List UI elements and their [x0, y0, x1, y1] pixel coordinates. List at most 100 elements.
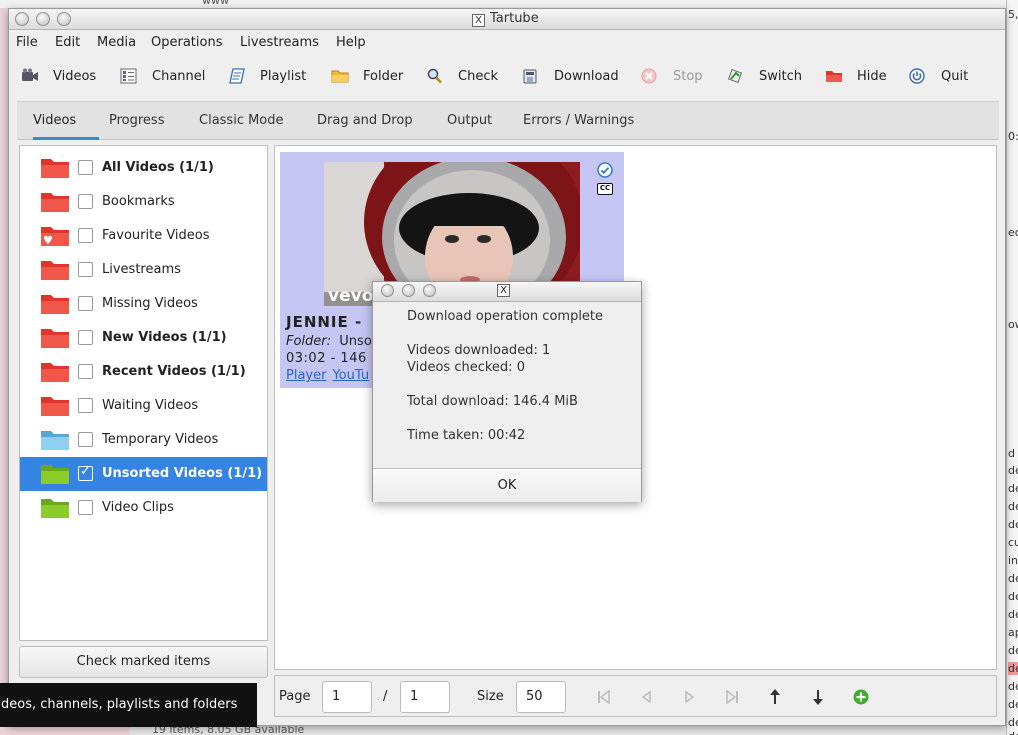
background-text-fragment: d — [1008, 447, 1015, 460]
background-text-fragment: de — [1008, 716, 1018, 729]
folder-row[interactable]: Missing Videos — [20, 287, 267, 321]
video-links: Player YouTu — [286, 368, 375, 383]
page-size-input[interactable]: 50 — [516, 681, 566, 713]
folder-checkbox[interactable] — [78, 398, 93, 413]
page-number-input[interactable]: 1 — [322, 681, 372, 713]
title-bar[interactable]: X Tartube — [9, 9, 1005, 30]
dialog-minimize-button[interactable] — [402, 284, 415, 297]
folder-checkbox[interactable] — [78, 296, 93, 311]
folder-button[interactable]: Folder — [331, 67, 403, 85]
tooltip: deos, channels, playlists and folders — [0, 683, 257, 727]
menu-help[interactable]: Help — [336, 35, 366, 50]
folder-label: Temporary Videos — [102, 432, 219, 447]
folder-row[interactable]: Recent Videos (1/1) — [20, 355, 267, 389]
dialog-message-title: Download operation complete — [407, 309, 604, 324]
folder-row[interactable]: New Videos (1/1) — [20, 321, 267, 355]
check-marked-items-button[interactable]: Check marked items — [19, 646, 268, 678]
minimize-window-button[interactable] — [36, 12, 50, 26]
previous-page-icon[interactable] — [638, 688, 656, 706]
videos-button[interactable]: Videos — [21, 67, 96, 85]
next-page-icon[interactable] — [680, 688, 698, 706]
folder-checkbox[interactable] — [78, 228, 93, 243]
hide-button[interactable]: Hide — [825, 67, 887, 85]
tab-drag-and-drop[interactable]: Drag and Drop — [317, 113, 413, 128]
folder-checkbox[interactable] — [78, 364, 93, 379]
tab-bar: Videos Progress Classic Mode Drag and Dr… — [17, 101, 999, 140]
background-text-fragment: de — [1008, 608, 1018, 621]
folder-label: All Videos (1/1) — [102, 160, 214, 175]
switch-button[interactable]: Switch — [727, 67, 802, 85]
folder-label: Recent Videos (1/1) — [102, 364, 246, 379]
check-label: Check — [458, 68, 498, 84]
maximize-window-button[interactable] — [57, 12, 71, 26]
tab-errors-warnings[interactable]: Errors / Warnings — [523, 113, 634, 128]
folder-icon — [40, 395, 70, 417]
folder-row[interactable]: Waiting Videos — [20, 389, 267, 423]
folder-list[interactable]: All Videos (1/1) Bookmarks Favourite Video… — [19, 145, 268, 641]
check-button[interactable]: Check — [426, 67, 498, 85]
channel-label: Channel — [152, 68, 206, 84]
folder-row[interactable]: Temporary Videos — [20, 423, 267, 457]
menu-file[interactable]: File — [16, 35, 38, 50]
channel-button[interactable]: Channel — [120, 67, 205, 85]
download-button[interactable]: Download — [522, 67, 619, 85]
tab-classic-mode[interactable]: Classic Mode — [199, 113, 284, 128]
folder-label: Folder — [363, 68, 404, 84]
folder-row[interactable]: All Videos (1/1) — [20, 151, 267, 185]
scroll-up-arrow-icon[interactable] — [766, 688, 784, 706]
folder-row[interactable]: Unsorted Videos (1/1) — [20, 457, 267, 491]
folder-label: New Videos (1/1) — [102, 330, 227, 345]
folder-checkbox[interactable] — [78, 262, 93, 277]
download-label: Download — [554, 68, 619, 84]
tab-progress[interactable]: Progress — [109, 113, 164, 128]
folder-checkbox[interactable] — [78, 464, 93, 481]
youtube-link[interactable]: YouTu — [332, 368, 369, 383]
folder-row[interactable]: Video Clips — [20, 491, 267, 525]
background-text-fragment: de — [1008, 572, 1018, 585]
quit-button[interactable]: Quit — [909, 67, 968, 85]
background-window-strip: www — [0, 0, 1018, 8]
pagination-bar: Page 1 / 1 Size 50 — [274, 675, 997, 717]
folder-checkbox[interactable] — [78, 432, 93, 447]
close-window-button[interactable] — [15, 12, 29, 26]
stop-button[interactable]: Stop — [641, 67, 703, 85]
vevo-watermark: vevo — [328, 286, 374, 306]
background-text-fragment: de — [1008, 698, 1018, 711]
player-link[interactable]: Player — [286, 368, 326, 383]
quit-label: Quit — [941, 68, 969, 84]
folder-checkbox[interactable] — [78, 160, 93, 175]
tab-output[interactable]: Output — [447, 113, 492, 128]
folder-checkbox[interactable] — [78, 500, 93, 515]
menu-operations[interactable]: Operations — [151, 35, 222, 50]
folder-row[interactable]: Bookmarks — [20, 185, 267, 219]
folder-row[interactable]: Livestreams — [20, 253, 267, 287]
tab-videos[interactable]: Videos — [33, 113, 76, 128]
folder-icon — [40, 463, 70, 485]
folder-row[interactable]: Favourite Videos — [20, 219, 267, 253]
dialog-maximize-button[interactable] — [423, 284, 436, 297]
switch-label: Switch — [759, 68, 802, 84]
menu-media[interactable]: Media — [97, 35, 136, 50]
folder-icon — [40, 327, 70, 349]
video-folder-label: Folder: — [286, 334, 332, 349]
menu-livestreams[interactable]: Livestreams — [240, 35, 319, 50]
first-page-icon[interactable] — [595, 688, 613, 706]
page-separator: / — [383, 689, 388, 704]
channel-icon — [120, 68, 138, 84]
background-top-text: www — [202, 0, 229, 7]
background-text-fragment: de — [1008, 680, 1018, 693]
menu-edit[interactable]: Edit — [55, 35, 80, 50]
scroll-down-arrow-icon[interactable] — [809, 688, 827, 706]
total-download-text: Total download: 146.4 MiB — [407, 394, 578, 409]
ok-button[interactable]: OK — [373, 468, 641, 502]
folder-checkbox[interactable] — [78, 330, 93, 345]
window-title-text: Tartube — [490, 11, 539, 26]
add-plus-icon[interactable] — [852, 688, 870, 706]
folder-checkbox[interactable] — [78, 194, 93, 209]
playlist-button[interactable]: Playlist — [228, 67, 306, 85]
dialog-title-bar[interactable]: X — [373, 282, 641, 302]
last-page-icon[interactable] — [723, 688, 741, 706]
time-taken-text: Time taken: 00:42 — [407, 428, 526, 443]
dialog-close-button[interactable] — [381, 284, 394, 297]
video-folder: Folder: Unso — [286, 334, 372, 349]
